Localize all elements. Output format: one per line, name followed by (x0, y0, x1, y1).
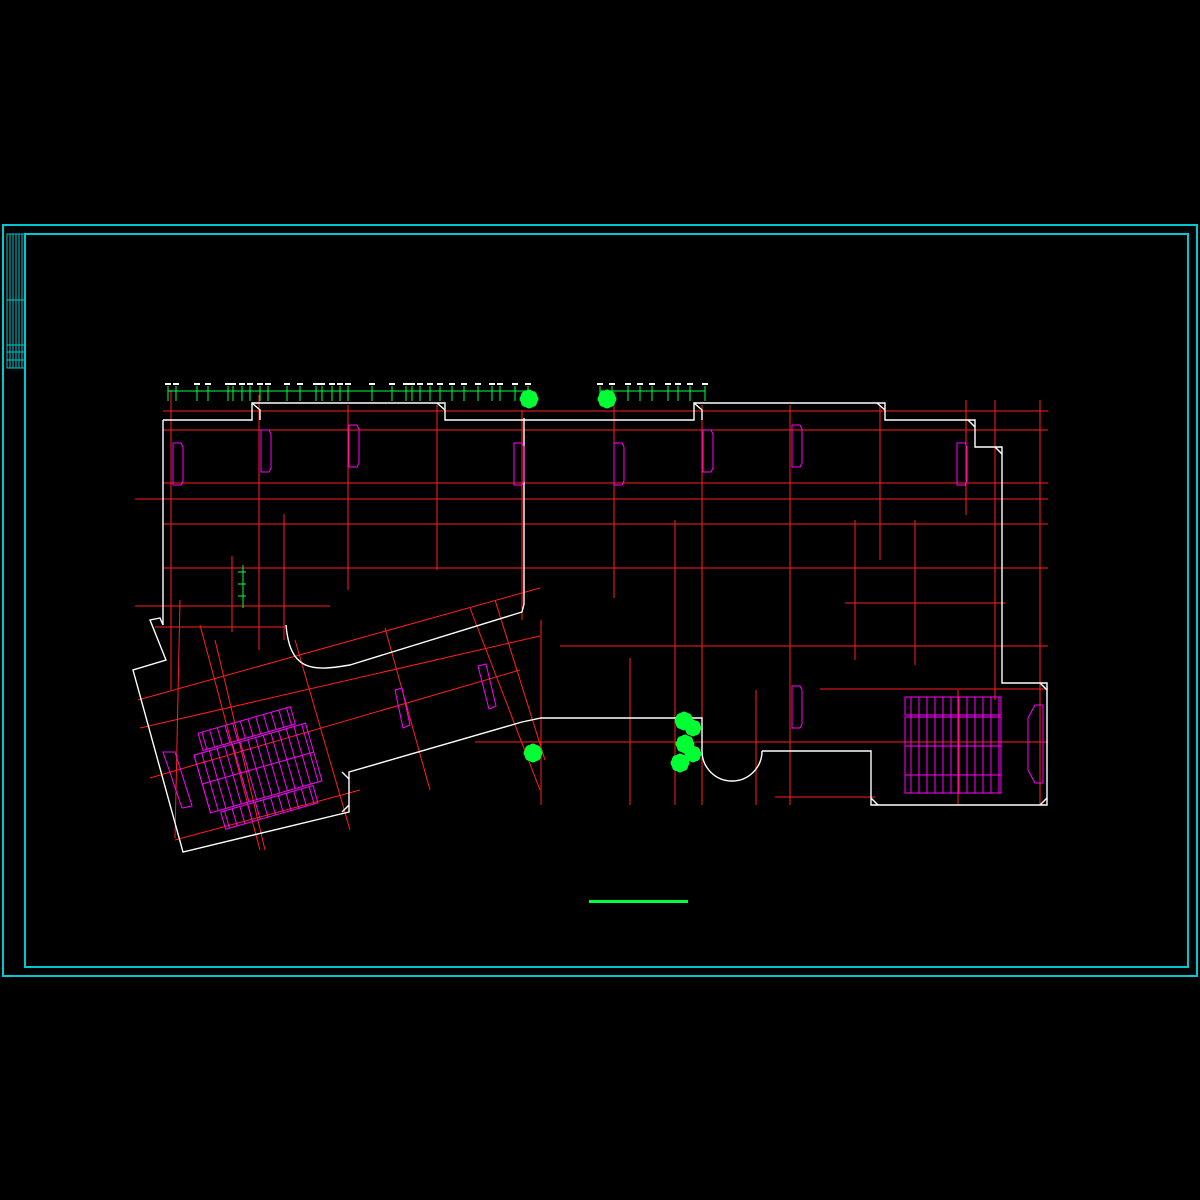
dimension-value-mark (637, 383, 643, 385)
title-block-strip (6, 233, 26, 369)
dimension-value-mark (417, 383, 423, 385)
dimension-value-mark (497, 383, 503, 385)
dimension-value-mark (437, 383, 443, 385)
dimension-value-mark (409, 383, 415, 385)
dimension-value-mark (461, 383, 467, 385)
tree-icon (523, 743, 543, 763)
dimension-value-mark (649, 383, 655, 385)
dimension-value-mark (239, 383, 245, 385)
dimension-value-mark (265, 383, 271, 385)
tree-icon (670, 753, 690, 773)
dimension-value-mark (675, 383, 681, 385)
tree-leaf (674, 757, 686, 769)
dimension-value-mark (609, 383, 615, 385)
tree-icon (519, 389, 539, 409)
dimension-value-mark (525, 383, 531, 385)
tree-leaf (688, 749, 698, 759)
tree-leaf (688, 723, 698, 733)
dimension-value-mark (257, 383, 263, 385)
tree-leaf (601, 393, 613, 405)
dimension-value-mark (687, 383, 693, 385)
dimension-value-mark (297, 383, 303, 385)
dimension-value-mark (702, 383, 708, 385)
dimension-value-mark (173, 383, 179, 385)
scale-bar (589, 900, 688, 903)
dimension-value-mark (625, 383, 631, 385)
dimension-value-mark (597, 383, 603, 385)
dimension-value-mark (427, 383, 433, 385)
dimension-value-mark (165, 383, 171, 385)
dimension-value-mark (389, 383, 395, 385)
dimension-value-mark (475, 383, 481, 385)
cad-floor-plan (0, 0, 1200, 1200)
dimension-value-mark (345, 383, 351, 385)
dimension-value-mark (665, 383, 671, 385)
dimension-value-mark (194, 383, 200, 385)
dimension-value-mark (337, 383, 343, 385)
dimension-value-mark (449, 383, 455, 385)
dimension-value-mark (284, 383, 290, 385)
dimension-value-mark (247, 383, 253, 385)
tree-leaf (523, 393, 535, 405)
dimension-value-mark (230, 383, 236, 385)
dimension-value-mark (313, 383, 319, 385)
tree-icon (684, 719, 702, 737)
tree-leaf (527, 747, 539, 759)
dimension-value-mark (319, 383, 325, 385)
dimension-value-mark (489, 383, 495, 385)
dimension-value-mark (403, 383, 409, 385)
dimension-value-mark (369, 383, 375, 385)
dimension-value-mark (329, 383, 335, 385)
dimension-value-mark (205, 383, 211, 385)
dimension-value-mark (512, 383, 518, 385)
tree-icon (597, 389, 617, 409)
